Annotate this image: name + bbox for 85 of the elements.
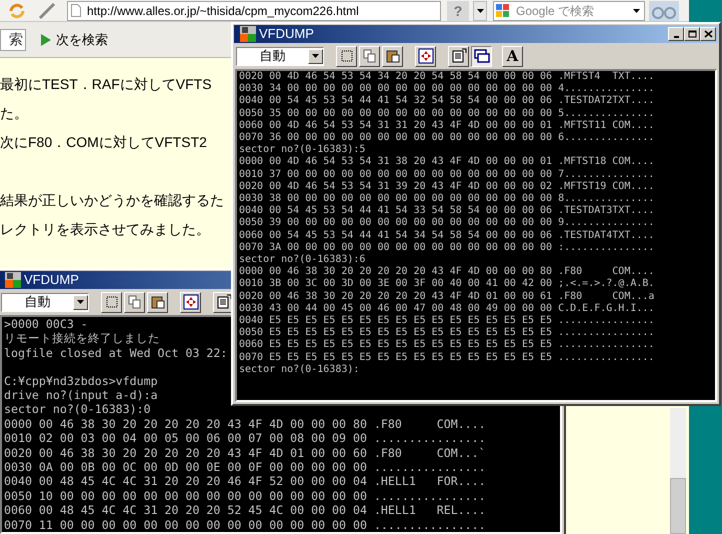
copy-icon xyxy=(126,294,142,310)
console-line: 0020 00 4D 46 54 53 54 34 20 20 54 58 54 00 00 00 06 .MFTST4 TXT.... xyxy=(239,71,654,84)
console-line: sector no?(0-16383):5 xyxy=(239,144,366,156)
console-line: 0040 00 54 45 53 54 44 41 54 33 54 58 54 00 00 00 06 .TESTDAT3TXT.... xyxy=(239,205,654,218)
console-line: >0000 00C3 - xyxy=(4,317,88,332)
search-input[interactable]: Google で検索 xyxy=(516,2,626,20)
console-line: リモート接続を終了しました xyxy=(4,331,160,346)
console-line: 0020 00 4D 46 54 53 54 31 39 20 43 4F 4D 00 00 00 02 .MFTST19 COM.... xyxy=(239,180,654,194)
console-line: 0040 E5 E5 E5 E5 E5 E5 E5 E5 E5 E5 E5 E5 E5 E5 E5 E5 ................ xyxy=(239,315,654,328)
text-line: 次にF80．COMに対してVFTST2 xyxy=(0,133,207,152)
window-title: VFDUMP xyxy=(24,271,79,290)
console-line: sector no?(0-16383):0 xyxy=(4,402,151,417)
find-field[interactable]: 索 xyxy=(0,28,26,50)
console-line: 0010 37 00 00 00 00 00 00 00 00 00 00 00 00 00 00 00 7............... xyxy=(239,168,654,181)
console-line: 0060 00 48 45 4C 4C 31 20 20 20 52 45 4C 00 00 00 04 .HELL1 REL.... xyxy=(4,503,486,518)
maximize-button[interactable] xyxy=(684,27,700,41)
find-next-button[interactable]: 次を検索 xyxy=(38,28,110,52)
window-title: VFDUMP xyxy=(259,25,314,44)
font-size-dropdown[interactable]: 自動 xyxy=(1,292,89,312)
console-line: 0030 38 00 00 00 00 00 00 00 00 00 00 00 00 00 00 00 8............... xyxy=(239,193,654,206)
console-line: 0040 00 48 45 4C 4C 31 20 20 20 46 4F 52 00 00 00 04 .HELL1 FOR.... xyxy=(4,474,486,489)
console-line: drive no?(input a-d):a xyxy=(4,388,158,402)
pencil-icon[interactable] xyxy=(38,2,56,18)
console-line: 0030 43 00 44 00 45 00 46 00 47 00 48 00 49 00 00 00 C.D.E.F.G.H.I... xyxy=(239,302,654,316)
console-line: 0060 E5 E5 E5 E5 E5 E5 E5 E5 E5 E5 E5 E5 E5 E5 E5 E5 ................ xyxy=(239,339,654,352)
console-icon xyxy=(240,26,256,42)
dotted-rectangle-icon xyxy=(338,48,354,64)
console-line: 0000 00 4D 46 54 53 54 31 38 20 43 4F 4D 00 00 00 01 .MFTST18 COM.... xyxy=(239,156,654,169)
console-line: 0070 36 00 00 00 00 00 00 00 00 00 00 00 00 00 00 00 6............... xyxy=(239,132,654,144)
console-line: 0070 11 00 00 00 00 00 00 00 00 00 00 00 00 00 00 00 ................ xyxy=(4,518,486,532)
minimize-button[interactable] xyxy=(668,27,684,41)
copy-icon xyxy=(362,48,378,64)
glasses-icon[interactable] xyxy=(649,0,679,20)
url-text: http://www.alles.or.jp/~thisida/cpm_mycom226.html xyxy=(87,2,359,20)
console-line: sector no?(0-16383):6 xyxy=(239,254,366,266)
text-line: た。 xyxy=(0,104,28,123)
console-line: 0060 00 54 45 53 54 44 41 54 34 54 58 54 00 00 00 06 .TESTDAT4TXT.... xyxy=(239,230,654,242)
page-icon xyxy=(71,4,81,17)
dropdown-button[interactable] xyxy=(473,0,487,20)
console-line: 0030 34 00 00 00 00 00 00 00 00 00 00 00 00 00 00 00 4............... xyxy=(239,83,654,96)
maximize-icon xyxy=(688,30,696,38)
caret-icon xyxy=(476,8,484,12)
console-line: 0000 00 46 38 30 20 20 20 20 20 43 4F 4D 00 00 00 80 .F80 COM.... xyxy=(239,266,654,278)
caret-icon[interactable] xyxy=(77,300,84,304)
font-button[interactable]: A xyxy=(502,46,523,66)
console-line: 0070 E5 E5 E5 E5 E5 E5 E5 E5 E5 E5 E5 E5 E5 E5 E5 E5 ................ xyxy=(239,352,654,364)
close-button[interactable] xyxy=(700,27,716,41)
properties-icon xyxy=(450,48,466,64)
scrollbar[interactable] xyxy=(670,408,686,534)
console-line: 0050 10 00 00 00 00 00 00 00 00 00 00 00 00 00 00 00 ................ xyxy=(4,488,486,504)
font-size-dropdown[interactable]: 自動 xyxy=(236,46,324,66)
console-line: 0050 E5 E5 E5 E5 E5 E5 E5 E5 E5 E5 E5 E5 E5 E5 E5 E5 ................ xyxy=(239,327,654,340)
windows-icon xyxy=(474,48,490,64)
paste-icon xyxy=(150,294,166,310)
console-line: 0020 00 46 38 30 20 20 20 20 20 43 4F 4D 01 00 00 60 .F80 COM...` xyxy=(4,446,486,460)
dotted-rectangle-icon xyxy=(104,294,120,310)
console-icon xyxy=(5,272,21,288)
text-line: 結果が正しいかどうかを確認するた xyxy=(0,191,224,210)
text-line: レクトリを表示させてみました。 xyxy=(0,220,210,239)
console-line: 0070 3A 00 00 00 00 00 00 00 00 00 00 00 00 00 00 00 :............... xyxy=(239,242,654,254)
search-engine-icon xyxy=(496,4,510,18)
search-field[interactable]: Google で検索 xyxy=(493,0,645,20)
console-line: 0030 0A 00 0B 00 0C 00 0D 00 0E 00 0F 00 00 00 00 00 ................ xyxy=(4,460,486,474)
console-line: 0050 39 00 00 00 00 00 00 00 00 00 00 00 00 00 00 00 9............... xyxy=(239,217,654,230)
console-line: 0050 35 00 00 00 00 00 00 00 00 00 00 00 00 00 00 00 5............... xyxy=(239,108,654,120)
arrows-icon xyxy=(182,294,198,310)
console-line: 0010 3B 00 3C 00 3D 00 3E 00 3F 00 40 00 41 00 42 00 ;.<.=.>.?.@.A.B. xyxy=(239,278,654,291)
console-line: 0000 00 46 38 30 20 20 20 20 20 43 4F 4D 00 00 00 80 .F80 COM.... xyxy=(4,416,486,432)
scroll-thumb[interactable] xyxy=(670,478,686,534)
caret-icon[interactable] xyxy=(633,8,640,12)
console-line: 0060 00 4D 46 54 53 54 31 31 20 43 4F 4D 00 00 00 01 .MFTST11 COM.... xyxy=(239,120,654,132)
close-icon xyxy=(704,30,712,38)
console-line: 0010 02 00 03 00 04 00 05 00 06 00 07 00 08 00 09 00 ................ xyxy=(4,431,486,446)
console-line: 0040 00 54 45 53 54 44 41 54 32 54 58 54 00 00 00 06 .TESTDAT2TXT.... xyxy=(239,95,654,108)
console-line: 0020 00 46 38 30 20 20 20 20 20 43 4F 4D 01 00 00 61 .F80 COM...a xyxy=(239,290,654,303)
toolbar-button[interactable] xyxy=(471,46,492,66)
console-line: sector no?(0-16383): xyxy=(239,364,360,376)
arrows-icon xyxy=(418,48,434,64)
play-icon xyxy=(40,32,52,46)
address-field[interactable]: http://www.alles.or.jp/~thisida/cpm_mycom226.html xyxy=(67,0,441,20)
console-line: logfile closed at Wed Oct 03 22: xyxy=(4,346,228,360)
paste-icon xyxy=(384,48,400,64)
console-line: C:¥cpp¥nd3zbdos>vfdump xyxy=(4,374,158,388)
caret-icon[interactable] xyxy=(312,54,319,58)
text-line: 最初にTEST．RAFに対してVFTS xyxy=(0,75,212,94)
